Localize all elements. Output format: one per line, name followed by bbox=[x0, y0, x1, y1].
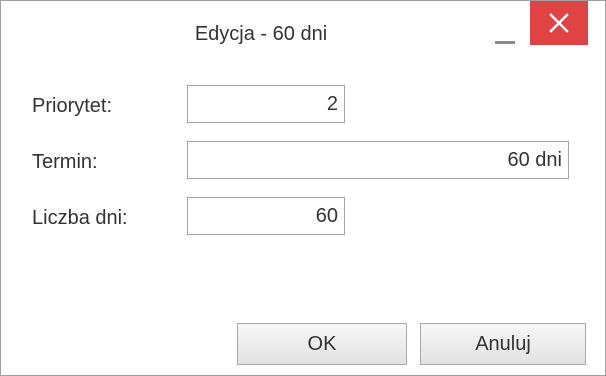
priority-input[interactable] bbox=[187, 85, 345, 123]
deadline-label: Termin: bbox=[32, 151, 98, 173]
dialog-titlebar[interactable]: Edycja - 60 dni bbox=[1, 1, 605, 65]
ok-button[interactable]: OK bbox=[237, 323, 407, 365]
cancel-button[interactable]: Anuluj bbox=[420, 323, 586, 365]
days-count-input[interactable] bbox=[187, 197, 345, 235]
close-icon bbox=[549, 13, 569, 33]
minimize-button[interactable] bbox=[489, 19, 525, 51]
deadline-input[interactable] bbox=[187, 141, 569, 179]
priority-label: Priorytet: bbox=[32, 95, 113, 117]
minimize-icon bbox=[495, 41, 515, 44]
close-button[interactable] bbox=[530, 1, 588, 45]
dialog-title: Edycja - 60 dni bbox=[194, 23, 328, 45]
days-count-label: Liczba dni: bbox=[32, 207, 128, 229]
edit-dialog: Edycja - 60 dni Priorytet: Termin: Liczb… bbox=[0, 0, 606, 376]
